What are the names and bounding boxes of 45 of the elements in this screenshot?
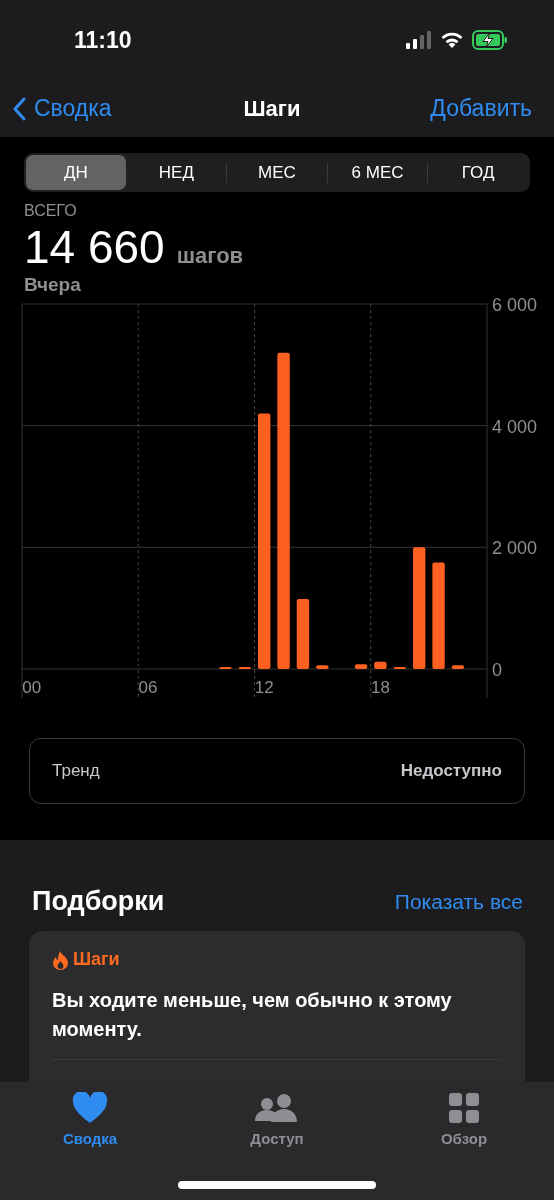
segment-tab[interactable]: НЕД (126, 155, 227, 190)
segment-tab[interactable]: 6 МЕС (327, 155, 428, 190)
step-bar (374, 661, 387, 669)
step-bar (316, 665, 329, 669)
y-tick-label: 6 000 (492, 296, 538, 315)
battery-charging-icon (472, 30, 508, 50)
x-tick-label: 12 (254, 678, 274, 697)
wifi-icon (440, 31, 464, 49)
section-title: Подборки (32, 886, 165, 917)
chevron-left-icon (12, 96, 26, 121)
highlight-category: Шаги (73, 949, 120, 970)
x-tick-label: 18 (371, 678, 390, 697)
step-bar (451, 665, 465, 669)
y-tick-label: 2 000 (492, 538, 538, 559)
signal-icon (406, 31, 432, 49)
step-bar (296, 599, 310, 669)
step-bar (354, 664, 368, 669)
highlight-card[interactable]: Шаги Вы ходите меньше, чем обычно к этому моменту. (29, 931, 525, 1082)
total-caption: ВСЕГО (24, 202, 78, 220)
trend-value: Недоступно (400, 761, 502, 781)
segment-tab[interactable]: МЕС (227, 155, 327, 190)
x-tick-label: 00 (22, 678, 42, 697)
heart-icon (72, 1092, 108, 1124)
add-button[interactable]: Добавить (430, 95, 532, 122)
nav-title: Шаги (243, 95, 301, 122)
tab-bar-item[interactable]: Доступ (217, 1082, 337, 1152)
segment-tab[interactable]: ГОД (428, 155, 528, 190)
segment-tab[interactable]: ДН (26, 155, 126, 190)
highlight-message: Вы ходите меньше, чем обычно к этому моменту. (52, 988, 453, 1042)
trend-label: Тренд (52, 761, 100, 781)
y-tick-label: 0 (492, 660, 502, 680)
show-all-link[interactable]: Показать все (394, 889, 523, 914)
back-button[interactable]: Сводка (12, 95, 112, 122)
step-total: 14 660 (24, 220, 165, 274)
step-unit: шагов (176, 243, 244, 269)
grid-icon (448, 1092, 480, 1124)
tab-bar-item[interactable]: Сводка (30, 1082, 150, 1152)
flame-icon (52, 949, 69, 970)
x-tick-label: 06 (138, 678, 158, 697)
status-time: 11:10 (74, 26, 132, 54)
people-icon (254, 1092, 300, 1124)
tab-bar-item[interactable]: Обзор (404, 1082, 524, 1152)
period-label: Вчера (24, 274, 82, 296)
y-tick-label: 4 000 (492, 416, 538, 437)
trend-card[interactable]: Тренд Недоступно (29, 738, 525, 804)
